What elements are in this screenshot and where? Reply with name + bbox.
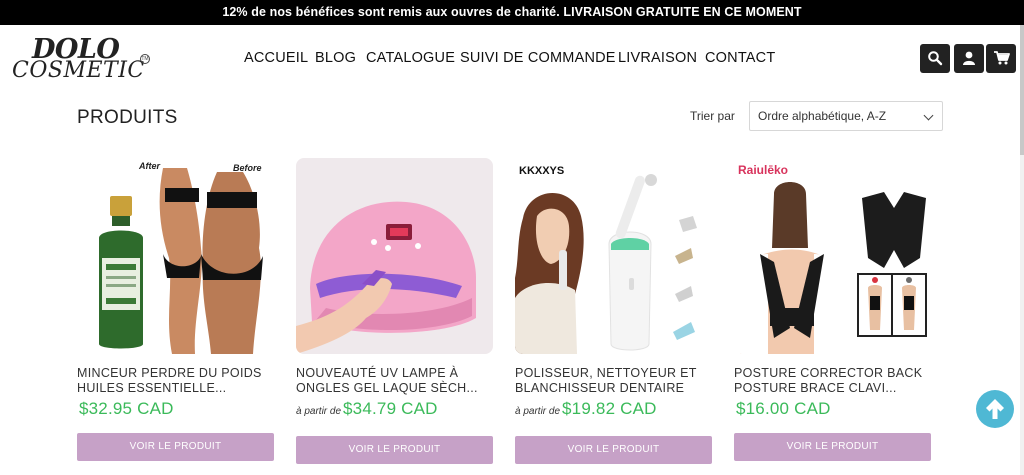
product-price-block: $16.00 CAD xyxy=(734,399,831,419)
product-title[interactable]: MINCEUR PERDRE DU POIDS HUILES ESSENTIEL… xyxy=(77,366,274,396)
product-image[interactable] xyxy=(296,158,493,354)
arrow-up-icon xyxy=(986,399,1004,419)
product-image[interactable]: After Before xyxy=(77,158,274,354)
product-card: NOUVEAUTÉ UV LAMPE À ONGLES GEL LAQUE SÈ… xyxy=(296,158,493,468)
sort-select-value: Ordre alphabétique, A-Z xyxy=(758,109,887,123)
page-scrollbar[interactable] xyxy=(1020,25,1024,475)
product-image[interactable]: KKXXYS xyxy=(515,158,712,354)
nav-catalogue[interactable]: CATALOGUE xyxy=(366,50,455,66)
product-price-block: à partir de $19.82 CAD xyxy=(515,399,657,419)
view-product-button[interactable]: VOIR LE PRODUIT xyxy=(296,436,493,464)
brand-label: KKXXYS xyxy=(519,165,564,177)
search-icon xyxy=(928,51,943,66)
product-price: $16.00 CAD xyxy=(736,399,831,418)
announcement-bar: 12% de nos bénéfices sont remis aux ouvr… xyxy=(0,0,1024,25)
brand-label: Raiulēko xyxy=(738,163,788,177)
nav-accueil[interactable]: ACCUEIL xyxy=(244,50,308,66)
product-card: After Before MINCEUR PERDRE DU POIDS HUI… xyxy=(77,158,274,468)
cart-icon xyxy=(994,51,1010,65)
site-logo[interactable]: DOLO COSMETIC TM xyxy=(12,34,154,86)
search-button[interactable] xyxy=(920,44,950,73)
view-product-button[interactable]: VOIR LE PRODUIT xyxy=(515,436,712,464)
sort-select[interactable]: Ordre alphabétique, A-Z xyxy=(749,101,943,131)
nav-livraison[interactable]: LIVRAISON xyxy=(618,50,697,66)
product-price-block: $32.95 CAD xyxy=(77,399,174,419)
trademark-mark: TM xyxy=(140,54,150,64)
scrollbar-thumb[interactable] xyxy=(1020,25,1024,155)
nav-blog[interactable]: BLOG xyxy=(315,50,356,66)
user-icon xyxy=(963,51,975,65)
product-title[interactable]: NOUVEAUTÉ UV LAMPE À ONGLES GEL LAQUE SÈ… xyxy=(296,366,493,396)
product-card: Raiulēko POSTURE CORRECTOR BACK POSTURE … xyxy=(734,158,931,468)
logo-line2: COSMETIC xyxy=(12,58,145,83)
sort-label: Trier par xyxy=(690,109,735,123)
product-price: $19.82 CAD xyxy=(562,399,657,418)
view-product-button[interactable]: VOIR LE PRODUIT xyxy=(734,433,931,461)
after-label: After xyxy=(138,161,160,171)
product-title[interactable]: POSTURE CORRECTOR BACK POSTURE BRACE CLA… xyxy=(734,366,931,396)
product-image[interactable]: Raiulēko xyxy=(734,158,931,354)
product-price: $32.95 CAD xyxy=(79,399,174,418)
price-prefix: à partir de xyxy=(515,406,561,417)
before-label: Before xyxy=(233,163,262,173)
product-price: $34.79 CAD xyxy=(343,399,438,418)
nav-suivi-de-commande[interactable]: SUIVI DE COMMANDE xyxy=(460,50,616,66)
product-price-block: à partir de $34.79 CAD xyxy=(296,399,438,419)
price-prefix: à partir de xyxy=(296,406,342,417)
product-title[interactable]: POLISSEUR, NETTOYEUR ET BLANCHISSEUR DEN… xyxy=(515,366,712,396)
chevron-down-icon xyxy=(923,110,934,121)
nav-contact[interactable]: CONTACT xyxy=(705,50,775,66)
product-card: KKXXYS POLISSEUR, NETTOYEUR ET BLANCHISS… xyxy=(515,158,712,468)
section-title: PRODUITS xyxy=(77,107,178,128)
cart-button[interactable] xyxy=(986,44,1016,73)
view-product-button[interactable]: VOIR LE PRODUIT xyxy=(77,433,274,461)
scroll-to-top-button[interactable] xyxy=(976,390,1014,428)
account-button[interactable] xyxy=(954,44,984,73)
